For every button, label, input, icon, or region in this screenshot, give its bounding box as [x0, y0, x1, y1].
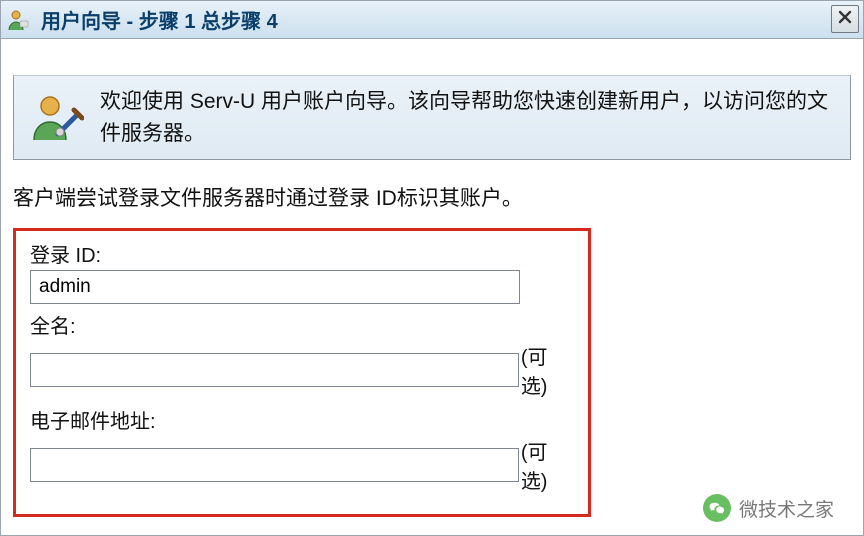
full-name-input[interactable] [30, 353, 519, 387]
email-input[interactable] [30, 448, 519, 482]
login-id-input[interactable] [30, 270, 520, 304]
close-button[interactable] [831, 5, 859, 33]
welcome-banner: 欢迎使用 Serv-U 用户账户向导。该向导帮助您快速创建新用户，以访问您的文件… [13, 75, 851, 160]
full-name-label: 全名: [30, 310, 574, 339]
titlebar: 用户向导 - 步骤 1 总步骤 4 [1, 1, 863, 39]
form-highlight-box: 登录 ID: 全名: (可选) 电子邮件地址: (可选) [13, 228, 591, 517]
wechat-icon [703, 494, 731, 522]
watermark-text: 微技术之家 [739, 495, 834, 522]
wizard-icon [28, 90, 84, 146]
app-icon [7, 8, 31, 32]
full-name-field: 全名: (可选) [30, 310, 574, 399]
description-text: 客户端尝试登录文件服务器时通过登录 ID标识其账户。 [1, 160, 863, 222]
email-optional: (可选) [521, 436, 574, 494]
close-icon [837, 9, 853, 30]
welcome-text: 欢迎使用 Serv-U 用户账户向导。该向导帮助您快速创建新用户，以访问您的文件… [100, 86, 836, 149]
login-id-field: 登录 ID: [30, 239, 574, 304]
content-area: 欢迎使用 Serv-U 用户账户向导。该向导帮助您快速创建新用户，以访问您的文件… [1, 75, 863, 517]
login-id-label: 登录 ID: [30, 239, 574, 268]
email-label: 电子邮件地址: [30, 405, 574, 434]
wizard-window: 用户向导 - 步骤 1 总步骤 4 欢迎使用 Serv-U 用户账户向导。该向导… [0, 0, 864, 536]
watermark: 微技术之家 [703, 494, 834, 522]
email-field: 电子邮件地址: (可选) [30, 405, 574, 494]
window-title: 用户向导 - 步骤 1 总步骤 4 [41, 5, 278, 34]
full-name-optional: (可选) [521, 341, 574, 399]
